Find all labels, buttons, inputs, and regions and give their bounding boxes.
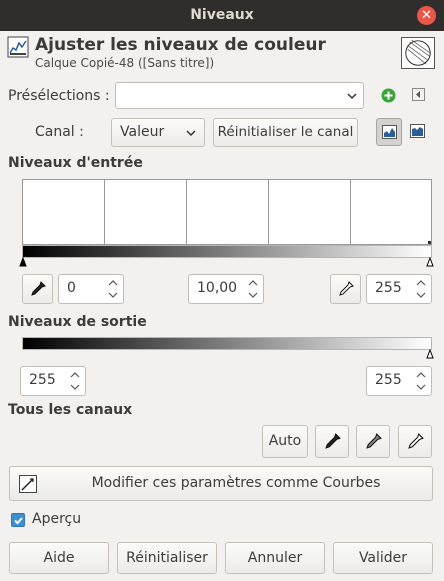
preset-menu-icon[interactable]: [412, 88, 425, 101]
output-low-value: 255: [29, 372, 56, 388]
input-high-spinner[interactable]: 255: [366, 274, 432, 304]
spin-down-icon[interactable]: [416, 383, 426, 391]
spin-down-icon[interactable]: [248, 291, 258, 299]
chevron-down-icon: [347, 93, 357, 100]
histogram-gridline: [268, 180, 269, 244]
histogram-gridline: [186, 180, 187, 244]
input-levels-heading: Niveaux d'entrée: [8, 155, 143, 171]
close-icon[interactable]: ✕: [417, 6, 436, 25]
output-low-spinner[interactable]: 255: [20, 366, 86, 396]
linear-histogram-icon: [382, 125, 397, 139]
output-levels-heading: Niveaux de sortie: [8, 314, 147, 330]
spin-down-icon[interactable]: [416, 291, 426, 299]
all-channels-heading: Tous les canaux: [8, 402, 133, 418]
input-gradient[interactable]: [22, 245, 432, 258]
spin-up-icon[interactable]: [416, 279, 426, 287]
ok-button[interactable]: Valider: [333, 542, 433, 574]
levels-icon: [7, 36, 29, 58]
reset-channel-button[interactable]: Réinitialiser le canal: [213, 118, 358, 147]
spin-up-icon[interactable]: [416, 371, 426, 379]
spin-up-icon[interactable]: [70, 371, 80, 379]
edit-as-curves-label: Modifier ces paramètres comme Courbes: [91, 475, 381, 491]
eyedropper-icon: [366, 433, 382, 449]
channel-value: Valeur: [120, 124, 165, 140]
output-high-value: 255: [375, 372, 402, 388]
eyedropper-icon: [325, 433, 341, 449]
curves-icon: [19, 475, 37, 493]
linear-histogram-button[interactable]: [376, 118, 402, 146]
presets-combo[interactable]: [115, 82, 364, 109]
help-button[interactable]: Aide: [9, 542, 109, 574]
output-handle[interactable]: [426, 349, 434, 359]
layer-thumbnail: [401, 37, 435, 69]
input-gamma-spinner[interactable]: 10,00: [188, 274, 264, 304]
chevron-down-icon: [186, 130, 196, 137]
pick-gray-all-button[interactable]: [356, 425, 390, 458]
input-low-spinner[interactable]: 0: [58, 274, 124, 304]
channel-combo[interactable]: Valeur: [111, 118, 205, 147]
output-gradient[interactable]: [22, 337, 432, 350]
eyedropper-icon: [31, 281, 46, 296]
preview-label[interactable]: Aperçu: [32, 511, 81, 527]
cancel-button[interactable]: Annuler: [225, 542, 325, 574]
output-high-spinner[interactable]: 255: [366, 366, 432, 396]
channel-label: Canal :: [35, 124, 84, 140]
log-histogram-button[interactable]: [405, 118, 431, 146]
check-icon: [14, 517, 23, 525]
reset-button[interactable]: Réinitialiser: [117, 542, 217, 574]
histogram: [22, 179, 432, 245]
pick-white-all-button[interactable]: [398, 425, 432, 458]
dialog-title: Ajuster les niveaux de couleur: [35, 35, 326, 55]
add-preset-icon[interactable]: [381, 88, 396, 103]
histogram-bar: [428, 241, 431, 244]
layer-name: Calque Copié-48 ([Sans titre]): [35, 56, 215, 70]
pick-black-button[interactable]: [22, 274, 53, 304]
dialog-header: Ajuster les niveaux de couleur Calque Co…: [0, 31, 444, 75]
eyedropper-icon: [339, 281, 354, 296]
spin-up-icon[interactable]: [108, 279, 118, 287]
log-histogram-icon: [410, 124, 425, 138]
edit-as-curves-button[interactable]: Modifier ces paramètres comme Courbes: [9, 466, 433, 501]
window-title: Niveaux: [190, 7, 254, 23]
input-gamma-value: 10,00: [197, 280, 238, 296]
auto-button[interactable]: Auto: [262, 425, 308, 458]
title-bar: Niveaux ✕: [0, 0, 444, 31]
pick-black-all-button[interactable]: [315, 425, 349, 458]
spin-up-icon[interactable]: [248, 279, 258, 287]
histogram-gridline: [350, 180, 351, 244]
eyedropper-icon: [408, 433, 424, 449]
presets-label: Présélections :: [8, 88, 110, 104]
input-low-handle[interactable]: [19, 257, 27, 267]
input-low-value: 0: [67, 280, 76, 296]
histogram-gridline: [104, 180, 105, 244]
input-high-value: 255: [375, 280, 402, 296]
preview-checkbox[interactable]: [11, 513, 25, 527]
spin-down-icon[interactable]: [70, 383, 80, 391]
pick-white-button[interactable]: [330, 274, 361, 304]
spin-down-icon[interactable]: [108, 291, 118, 299]
input-high-handle[interactable]: [426, 257, 434, 267]
